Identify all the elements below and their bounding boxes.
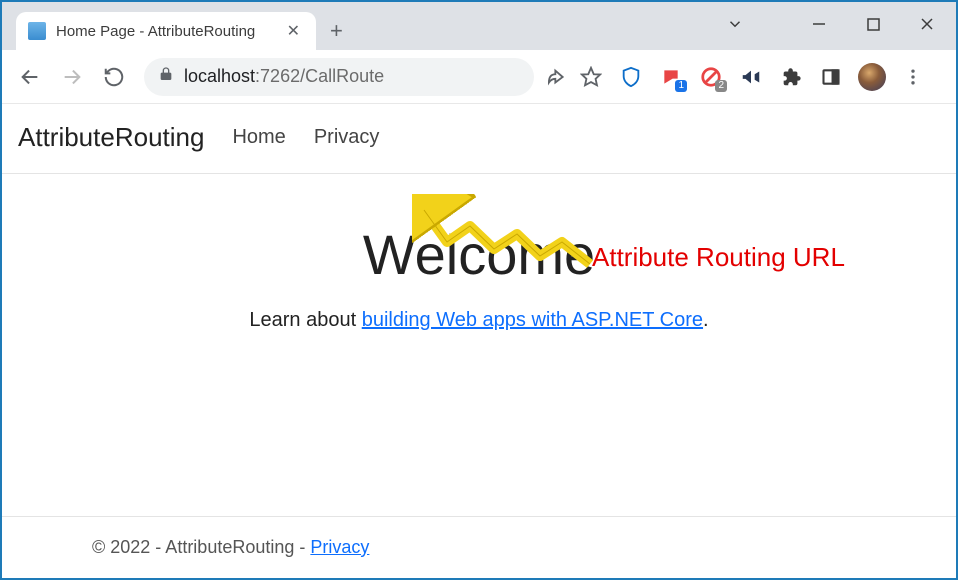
window-dropdown-icon[interactable]: [712, 6, 758, 42]
maximize-button[interactable]: [850, 6, 896, 42]
footer: © 2022 - AttributeRouting - Privacy: [2, 516, 956, 578]
brand-link[interactable]: AttributeRouting: [18, 122, 204, 153]
nav-home[interactable]: Home: [232, 126, 285, 149]
sidepanel-icon[interactable]: [818, 64, 844, 90]
minimize-button[interactable]: [796, 6, 842, 42]
browser-titlebar: Home Page - AttributeRouting ✕ +: [2, 2, 956, 50]
address-bar[interactable]: localhost:7262/CallRoute: [144, 58, 534, 96]
share-icon[interactable]: [546, 64, 572, 90]
nav-privacy[interactable]: Privacy: [314, 126, 380, 149]
tab-title: Home Page - AttributeRouting: [56, 23, 273, 40]
site-nav: AttributeRouting Home Privacy: [2, 104, 956, 174]
reload-button[interactable]: [96, 59, 132, 95]
extension-badge: 2: [715, 80, 727, 92]
tab-favicon-icon: [28, 22, 46, 40]
lock-icon: [158, 66, 174, 87]
page-content: AttributeRouting Home Privacy Welcome Le…: [2, 104, 956, 578]
url-text: localhost:7262/CallRoute: [184, 66, 384, 87]
back-button[interactable]: [12, 59, 48, 95]
bookmark-star-icon[interactable]: [578, 64, 604, 90]
hero-section: Welcome Learn about building Web apps wi…: [2, 174, 956, 352]
profile-avatar[interactable]: [858, 63, 886, 91]
extension-icons: 1 2: [618, 63, 926, 91]
shield-extension-icon[interactable]: [618, 64, 644, 90]
circle-extension-icon[interactable]: 2: [698, 64, 724, 90]
red-extension-icon[interactable]: 1: [658, 64, 684, 90]
close-window-button[interactable]: [904, 6, 950, 42]
new-tab-button[interactable]: +: [316, 12, 357, 50]
extension-badge: 1: [675, 80, 687, 92]
hero-lead: Learn about building Web apps with ASP.N…: [22, 309, 936, 332]
tab-close-icon[interactable]: ✕: [283, 19, 304, 43]
footer-text: © 2022 - AttributeRouting -: [92, 537, 310, 557]
browser-toolbar: localhost:7262/CallRoute 1 2: [2, 50, 956, 104]
hero-link[interactable]: building Web apps with ASP.NET Core: [362, 309, 703, 331]
footer-privacy-link[interactable]: Privacy: [310, 537, 369, 557]
browser-tab[interactable]: Home Page - AttributeRouting ✕: [16, 12, 316, 50]
window-controls: [712, 6, 950, 42]
extensions-puzzle-icon[interactable]: [778, 64, 804, 90]
menu-dots-icon[interactable]: [900, 64, 926, 90]
megaphone-extension-icon[interactable]: [738, 64, 764, 90]
forward-button[interactable]: [54, 59, 90, 95]
hero-title: Welcome: [22, 222, 936, 287]
